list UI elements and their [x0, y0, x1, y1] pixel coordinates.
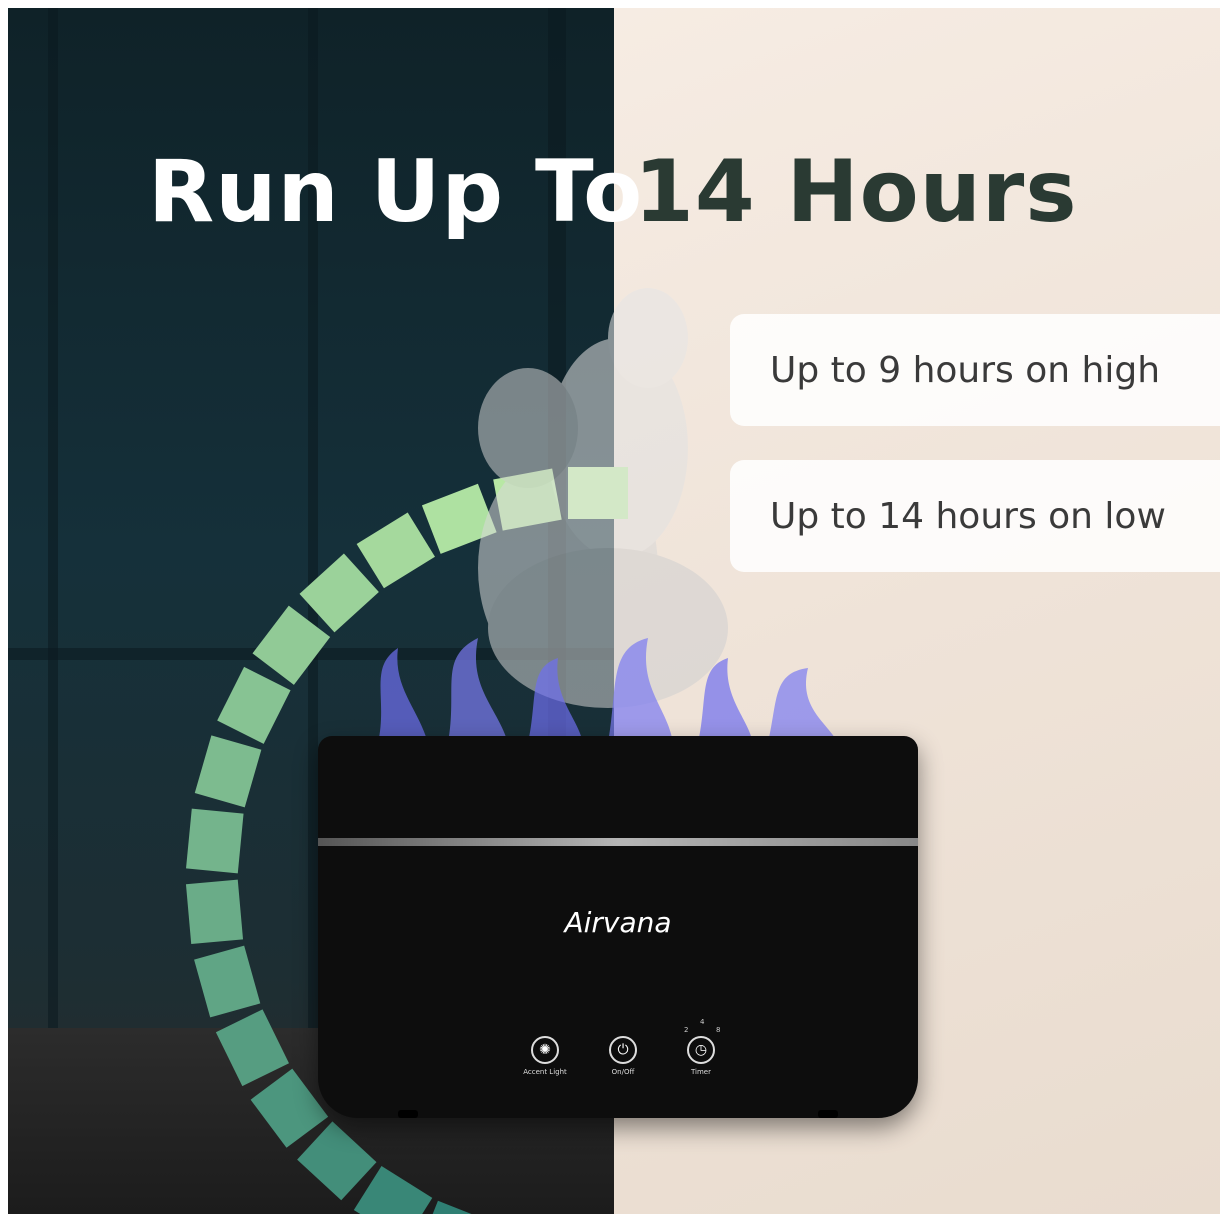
- accent-light-control: ✺ Accent Light: [510, 1036, 580, 1076]
- arc-segment: [250, 1068, 329, 1148]
- arc-segment: [186, 808, 244, 874]
- feature-high-pill: Up to 9 hours on high: [730, 314, 1220, 426]
- feature-low-pill: Up to 14 hours on low: [730, 460, 1220, 572]
- arc-segment: [194, 735, 262, 808]
- arc-segment: [252, 605, 331, 685]
- mist-plume: [478, 288, 728, 708]
- timer-label: Timer: [690, 1068, 711, 1076]
- arc-segment: [356, 512, 435, 589]
- arc-segment: [215, 1009, 290, 1087]
- arc-segment: [194, 945, 261, 1018]
- power-control: ⏻ On/Off: [588, 1036, 658, 1076]
- arc-segment: [185, 879, 244, 944]
- power-label: On/Off: [611, 1068, 635, 1076]
- timer-level-2: 2: [684, 1026, 689, 1034]
- arc-segment: [297, 1121, 377, 1201]
- device-silver-band: [318, 838, 918, 846]
- clock-icon: ◷: [687, 1036, 715, 1064]
- product-image: Run Up To 14 Hours Up to 9 hours on high…: [8, 8, 1220, 1214]
- feature-low-text: Up to 14 hours on low: [770, 495, 1166, 537]
- diffuser-device: Airvana 2 4 8 ✺ Accent Light ⏻ On/Off ◷ …: [318, 736, 918, 1118]
- accent-light-label: Accent Light: [523, 1068, 567, 1076]
- arc-segment: [217, 666, 291, 744]
- headline-part1: Run Up To: [148, 142, 644, 242]
- device-foot: [818, 1110, 838, 1118]
- bulb-icon: ✺: [531, 1036, 559, 1064]
- timer-level-8: 8: [716, 1026, 721, 1034]
- timer-level-4: 4: [700, 1018, 705, 1026]
- arc-segment: [418, 1200, 494, 1214]
- timer-control: ◷ Timer: [666, 1036, 736, 1076]
- headline-part2: 14 Hours: [634, 142, 1078, 242]
- arc-segment: [299, 553, 379, 633]
- power-icon: ⏻: [609, 1036, 637, 1064]
- device-foot: [398, 1110, 418, 1118]
- feature-high-text: Up to 9 hours on high: [770, 349, 1161, 391]
- brand-logo: Airvana: [564, 906, 672, 939]
